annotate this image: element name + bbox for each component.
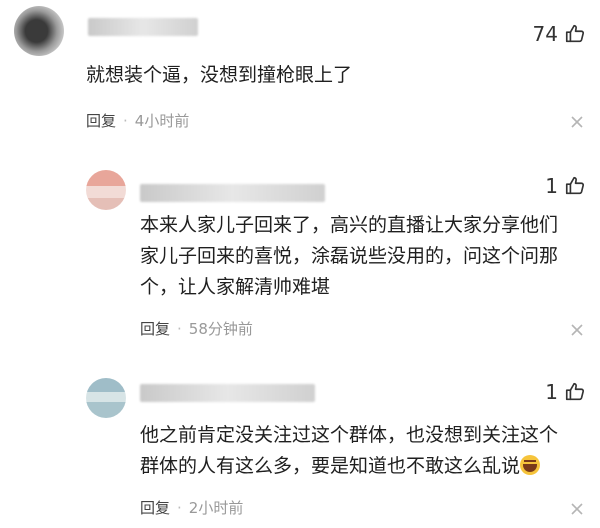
comment-text-line: 个，让人家解清帅难堪 — [140, 276, 331, 298]
separator-dot: · — [177, 319, 182, 338]
like-count: 74 — [532, 22, 558, 46]
comment-time: 58分钟前 — [188, 320, 253, 338]
thumbs-up-icon[interactable] — [564, 175, 586, 197]
thumbs-up-icon[interactable] — [564, 381, 586, 403]
comment-text-line-with-emoji: 群体的人有这么多，要是知道也不敢这么乱说 — [140, 451, 580, 482]
thumbs-up-icon[interactable] — [564, 23, 586, 45]
avatar[interactable] — [14, 6, 64, 56]
reply-button[interactable]: 回复 — [140, 497, 170, 518]
comment-time: 4小时前 — [134, 112, 190, 130]
comment-text-line: 本来人家儿子回来了，高兴的直播让大家分享他们 — [140, 214, 559, 236]
comment-time: 2小时前 — [188, 499, 244, 517]
avatar[interactable] — [86, 378, 126, 418]
like-count: 1 — [545, 174, 558, 198]
username-blurred — [140, 184, 325, 202]
like-count: 1 — [545, 380, 558, 404]
comment-item: 74 就想装个逼，没想到撞枪眼上了 回复 · 4小时前 — [0, 0, 600, 150]
like-button[interactable]: 1 — [545, 380, 586, 404]
comment-text: 就想装个逼，没想到撞枪眼上了 — [86, 60, 576, 91]
close-icon[interactable] — [570, 502, 584, 516]
reply-button[interactable]: 回复 — [86, 110, 116, 131]
like-button[interactable]: 74 — [533, 22, 586, 46]
comment-text: 他之前肯定没关注过这个群体，也没想到关注这个 群体的人有这么多，要是知道也不敢这… — [140, 420, 580, 482]
separator-dot: · — [123, 111, 128, 130]
username-blurred — [88, 18, 198, 36]
comment-meta: 回复 · 2小时前 — [140, 497, 243, 518]
laugh-cry-emoji-icon — [520, 455, 541, 475]
like-button[interactable]: 1 — [545, 174, 586, 198]
comment-meta: 回复 · 4小时前 — [86, 110, 189, 131]
avatar[interactable] — [86, 170, 126, 210]
username-blurred — [140, 384, 315, 402]
comment-meta: 回复 · 58分钟前 — [140, 318, 253, 339]
close-icon[interactable] — [570, 323, 584, 337]
reply-item: 1 本来人家儿子回来了，高兴的直播让大家分享他们 家儿子回来的喜悦，涂磊说些没用… — [0, 160, 600, 360]
reply-item: 1 他之前肯定没关注过这个群体，也没想到关注这个 群体的人有这么多，要是知道也不… — [0, 362, 600, 528]
reply-button[interactable]: 回复 — [140, 318, 170, 339]
comment-text-line: 家儿子回来的喜悦，涂磊说些没用的，问这个问那 — [140, 245, 559, 267]
separator-dot: · — [177, 498, 182, 517]
close-icon[interactable] — [570, 115, 584, 129]
comment-text-line: 群体的人有这么多，要是知道也不敢这么乱说 — [140, 455, 521, 477]
comment-text-line: 就想装个逼，没想到撞枪眼上了 — [86, 64, 353, 86]
comment-text: 本来人家儿子回来了，高兴的直播让大家分享他们 家儿子回来的喜悦，涂磊说些没用的，… — [140, 210, 580, 303]
comment-text-line: 他之前肯定没关注过这个群体，也没想到关注这个 — [140, 424, 559, 446]
